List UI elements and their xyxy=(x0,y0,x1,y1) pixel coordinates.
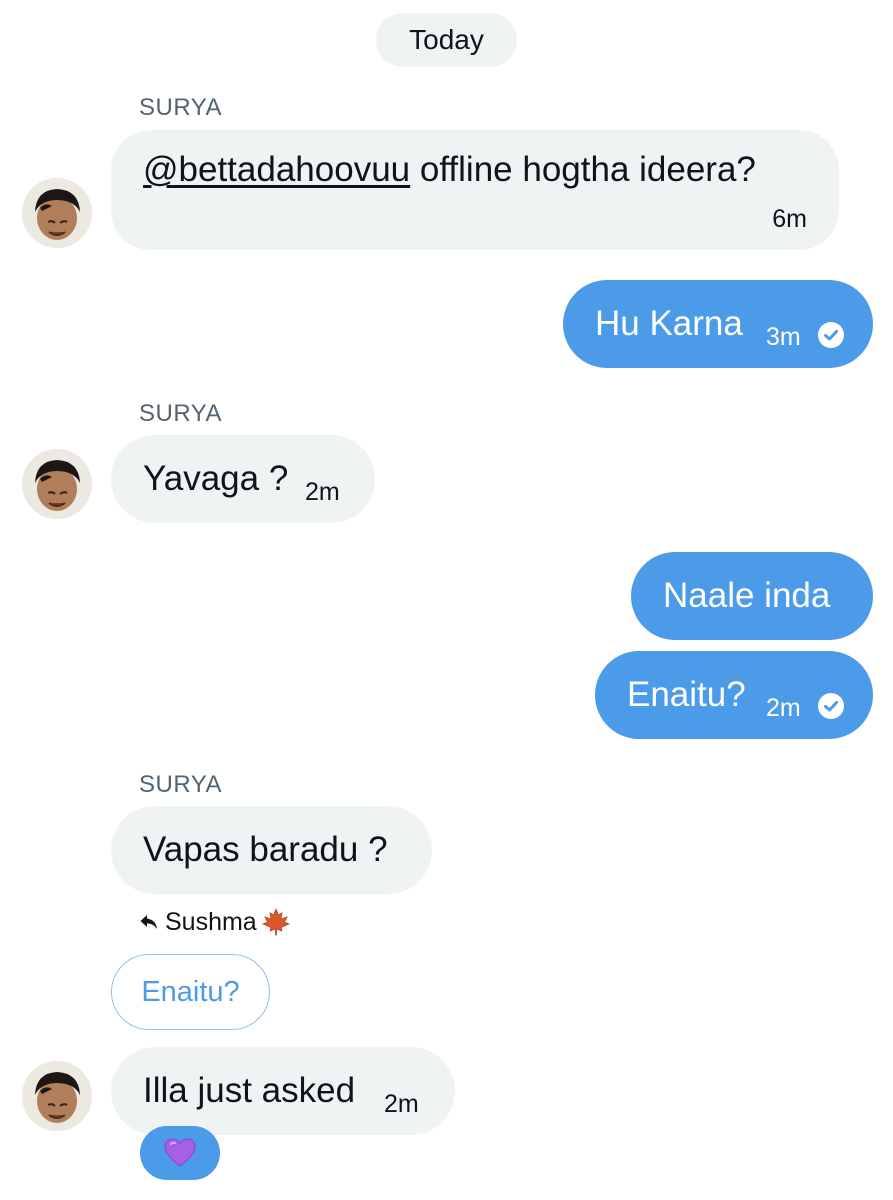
message-text: Naale inda xyxy=(663,576,831,615)
message-bubble-incoming[interactable]: @bettadahoovuu offline hogtha ideera? 6m xyxy=(111,130,839,250)
sender-name: SURYA xyxy=(139,400,222,427)
message-text: Hu Karna xyxy=(595,304,743,343)
avatar-image xyxy=(22,178,92,248)
message-timestamp: 2m xyxy=(384,1090,419,1118)
message-bubble-incoming[interactable]: Illa just asked 2m xyxy=(111,1047,455,1135)
date-divider: Today xyxy=(376,13,517,67)
reaction-badge[interactable] xyxy=(140,1126,220,1180)
message-text-rest: offline hogtha ideera? xyxy=(410,150,756,189)
sender-name: SURYA xyxy=(139,771,222,798)
avatar-image xyxy=(22,1061,92,1131)
message-timestamp: 2m xyxy=(766,694,801,722)
avatar[interactable] xyxy=(22,449,92,519)
message-bubble-incoming[interactable]: Vapas baradu ? xyxy=(111,806,432,894)
message-bubble-outgoing[interactable]: Naale inda xyxy=(631,552,873,640)
check-circle-icon xyxy=(818,322,844,348)
reply-context: Sushma xyxy=(139,907,291,937)
message-bubble-incoming[interactable]: Yavaga ? 2m xyxy=(111,435,375,523)
reply-arrow-icon xyxy=(140,915,157,929)
quoted-message[interactable]: Enaitu? xyxy=(111,954,270,1030)
avatar[interactable] xyxy=(22,1061,92,1131)
message-timestamp: 3m xyxy=(766,323,801,351)
avatar-image xyxy=(22,449,92,519)
message-text: Enaitu? xyxy=(627,675,746,714)
check-circle-icon xyxy=(818,693,844,719)
message-bubble-outgoing[interactable]: Enaitu? 2m xyxy=(595,651,873,739)
sender-name: SURYA xyxy=(139,94,222,121)
message-text: @bettadahoovuu offline hogtha ideera? xyxy=(143,150,756,190)
maple-leaf-icon xyxy=(261,907,291,937)
message-text: Vapas baradu ? xyxy=(143,830,388,869)
message-timestamp: 2m xyxy=(305,478,340,506)
message-text: Illa just asked xyxy=(143,1071,356,1110)
message-bubble-outgoing[interactable]: Hu Karna 3m xyxy=(563,280,873,368)
purple-heart-icon xyxy=(164,1138,196,1167)
message-text: Yavaga ? xyxy=(143,459,289,498)
reply-to-name: Sushma xyxy=(165,907,257,936)
avatar[interactable] xyxy=(22,178,92,248)
message-timestamp: 6m xyxy=(772,205,807,233)
mention-link[interactable]: @bettadahoovuu xyxy=(143,150,410,189)
